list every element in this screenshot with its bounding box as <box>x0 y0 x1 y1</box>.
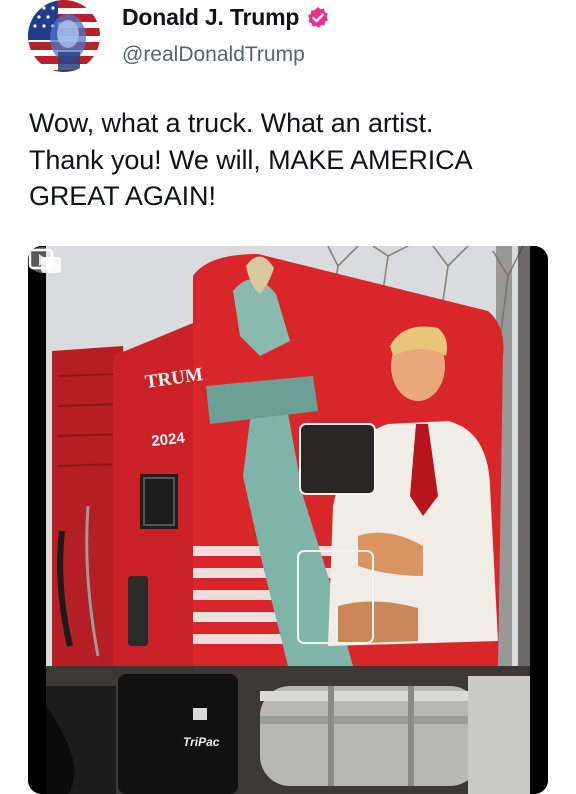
tweet-line: Thank you! We will, MAKE AMERICA <box>29 144 473 175</box>
author-handle[interactable]: @realDonaldTrump <box>122 43 305 67</box>
display-name[interactable]: Donald J. Trump <box>122 4 299 31</box>
tweet-media-video[interactable]: TRUM 2024 TriPac <box>28 246 548 794</box>
tweet-line: GREAT AGAIN! <box>29 181 216 211</box>
avatar[interactable] <box>28 0 100 72</box>
svg-text:TriPac: TriPac <box>183 735 220 749</box>
tweet-text: Wow, what a truck. What an artist. Thank… <box>29 105 564 215</box>
author-name-row[interactable]: Donald J. Trump <box>122 4 330 31</box>
svg-text:2024: 2024 <box>151 430 187 450</box>
expand-media-icon[interactable] <box>28 246 64 276</box>
truck-artwork-image: TRUM 2024 TriPac <box>28 246 548 794</box>
tweet-line: Wow, what a truck. What an artist. <box>29 108 434 138</box>
verified-badge-icon <box>308 6 329 28</box>
flag-portrait-avatar-icon <box>28 0 100 72</box>
